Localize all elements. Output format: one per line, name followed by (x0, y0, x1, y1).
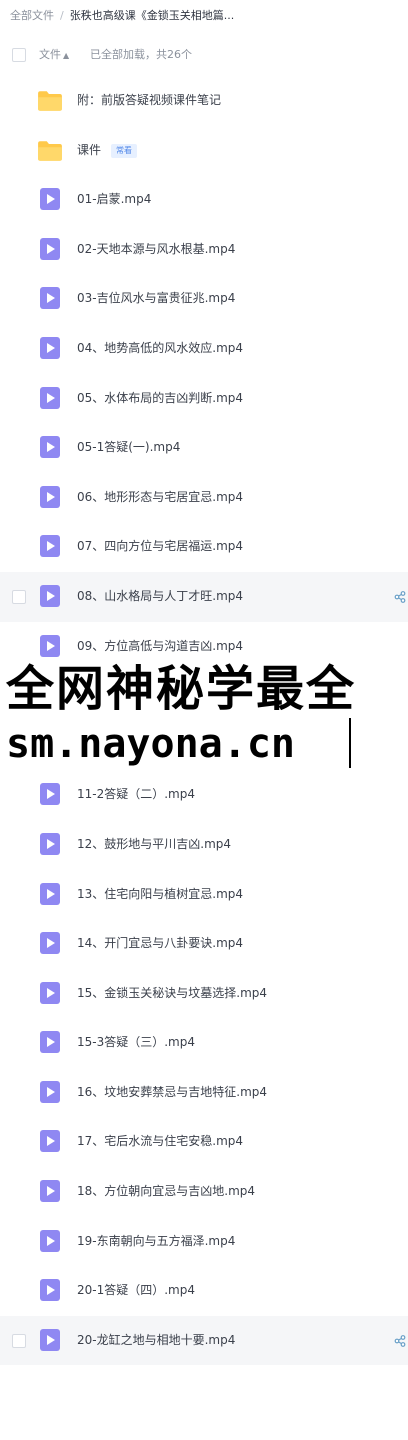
breadcrumb-current: 张秩也高级课《金锁玉关相地篇... (69, 9, 235, 22)
file-row[interactable]: 11-2答疑（二）.mp4 (0, 770, 408, 820)
video-file-icon (39, 1278, 61, 1302)
video-file-icon (39, 1229, 61, 1253)
select-all-checkbox[interactable] (12, 48, 26, 62)
file-list-header: 文件 ▲ 已全部加载，共26个 (0, 40, 408, 70)
file-row[interactable]: 16、坟地安葬禁忌与吉地特征.mp4 (0, 1068, 408, 1118)
file-row[interactable]: 06、地形形态与宅居宜忌.mp4 (0, 473, 408, 523)
share-icon[interactable] (393, 589, 407, 603)
row-checkbox[interactable] (12, 1333, 26, 1348)
file-row[interactable]: 14、开门宜忌与八卦要诀.mp4 (0, 919, 408, 969)
file-name[interactable]: 06、地形形态与宅居宜忌.mp4 (77, 473, 243, 523)
video-file-icon (39, 386, 61, 410)
file-name[interactable]: 04、地势高低的风水效应.mp4 (77, 324, 243, 374)
file-name[interactable]: 08、山水格局与人丁才旺.mp4 (77, 572, 243, 622)
file-name[interactable]: 02-天地本源与风水根基.mp4 (77, 225, 235, 275)
file-name[interactable]: 12、鼓形地与平川吉凶.mp4 (77, 820, 231, 870)
file-row[interactable]: 05-1答疑(一).mp4 (0, 423, 408, 473)
share-icon[interactable] (393, 1333, 407, 1347)
file-name[interactable]: 14、开门宜忌与八卦要诀.mp4 (77, 919, 243, 969)
video-file-icon (39, 187, 61, 211)
file-row[interactable]: 15-3答疑（三）.mp4 (0, 1018, 408, 1068)
sort-label: 文件 (39, 48, 61, 61)
file-row[interactable]: 19-东南朝向与五方福泽.mp4 (0, 1217, 408, 1267)
file-row[interactable]: 20-1答疑（四）.mp4 (0, 1266, 408, 1316)
text-caret (349, 718, 351, 768)
video-file-icon (39, 1328, 61, 1352)
file-name[interactable]: 19-东南朝向与五方福泽.mp4 (77, 1217, 235, 1267)
video-file-icon (39, 286, 61, 310)
file-name[interactable]: 附：前版答疑视频课件笔记 (77, 76, 221, 126)
file-row[interactable]: 附：前版答疑视频课件笔记 (0, 76, 408, 126)
watermark-banner: 全网神秘学最全 sm.nayona.cn (0, 661, 408, 773)
file-row[interactable]: 18、方位朝向宜忌与吉凶地.mp4 (0, 1167, 408, 1217)
file-row[interactable]: 15、金锁玉关秘诀与坟墓选择.mp4 (0, 969, 408, 1019)
file-count-label: 已全部加载，共26个 (90, 48, 192, 61)
video-file-icon (39, 782, 61, 806)
video-file-icon (39, 1030, 61, 1054)
video-file-icon (39, 832, 61, 856)
file-row[interactable]: 17、宅后水流与住宅安稳.mp4 (0, 1117, 408, 1167)
file-name[interactable]: 20-1答疑（四）.mp4 (77, 1266, 195, 1316)
file-name[interactable]: 03-吉位风水与富贵征兆.mp4 (77, 274, 235, 324)
video-file-icon (39, 1129, 61, 1153)
sort-arrow-icon: ▲ (63, 51, 70, 60)
file-name[interactable]: 07、四向方位与宅居福运.mp4 (77, 522, 243, 572)
video-file-icon (39, 336, 61, 360)
file-row[interactable]: 07、四向方位与宅居福运.mp4 (0, 522, 408, 572)
file-row[interactable]: 08、山水格局与人丁才旺.mp4 (0, 571, 408, 622)
file-name[interactable]: 16、坟地安葬禁忌与吉地特征.mp4 (77, 1068, 267, 1118)
file-name[interactable]: 20-龙缸之地与相地十要.mp4 (77, 1316, 235, 1366)
watermark-line-1: 全网神秘学最全 (6, 661, 357, 717)
row-checkbox[interactable] (12, 589, 26, 604)
video-file-icon (39, 1080, 61, 1104)
file-name[interactable]: 05、水体布局的吉凶判断.mp4 (77, 374, 243, 424)
file-row[interactable]: 13、住宅向阳与植树宜忌.mp4 (0, 870, 408, 920)
video-file-icon (39, 1179, 61, 1203)
video-file-icon (39, 981, 61, 1005)
breadcrumb-root-link[interactable]: 全部文件 (10, 9, 54, 22)
file-name[interactable]: 15-3答疑（三）.mp4 (77, 1018, 195, 1068)
file-row[interactable]: 02-天地本源与风水根基.mp4 (0, 225, 408, 275)
file-name[interactable]: 18、方位朝向宜忌与吉凶地.mp4 (77, 1167, 255, 1217)
file-name[interactable]: 17、宅后水流与住宅安稳.mp4 (77, 1117, 243, 1167)
file-name[interactable]: 15、金锁玉关秘诀与坟墓选择.mp4 (77, 969, 267, 1019)
file-name[interactable]: 13、住宅向阳与植树宜忌.mp4 (77, 870, 243, 920)
video-file-icon (39, 931, 61, 955)
file-row[interactable]: 20-龙缸之地与相地十要.mp4 (0, 1315, 408, 1366)
file-name[interactable]: 05-1答疑(一).mp4 (77, 423, 180, 473)
file-name[interactable]: 11-2答疑（二）.mp4 (77, 770, 195, 820)
breadcrumb: 全部文件 / 张秩也高级课《金锁玉关相地篇... (10, 7, 400, 25)
file-row[interactable]: 12、鼓形地与平川吉凶.mp4 (0, 820, 408, 870)
video-file-icon (39, 882, 61, 906)
video-file-icon (39, 634, 61, 658)
file-row[interactable]: 01-启蒙.mp4 (0, 175, 408, 225)
file-name[interactable]: 课件 (77, 126, 101, 176)
file-row[interactable]: 03-吉位风水与富贵征兆.mp4 (0, 274, 408, 324)
video-file-icon (39, 534, 61, 558)
breadcrumb-separator: / (60, 9, 64, 22)
frequent-tag: 常看 (111, 143, 137, 158)
folder-icon (37, 90, 62, 114)
file-row[interactable]: 05、水体布局的吉凶判断.mp4 (0, 374, 408, 424)
sort-by-name-button[interactable]: 文件 ▲ (39, 40, 69, 71)
folder-icon (37, 140, 62, 164)
video-file-icon (39, 237, 61, 261)
watermark-line-2: sm.nayona.cn (6, 721, 295, 767)
file-name[interactable]: 01-启蒙.mp4 (77, 175, 151, 225)
file-row[interactable]: 04、地势高低的风水效应.mp4 (0, 324, 408, 374)
file-row[interactable]: 课件 常看 (0, 126, 408, 176)
video-file-icon (39, 584, 61, 608)
video-file-icon (39, 485, 61, 509)
video-file-icon (39, 435, 61, 459)
